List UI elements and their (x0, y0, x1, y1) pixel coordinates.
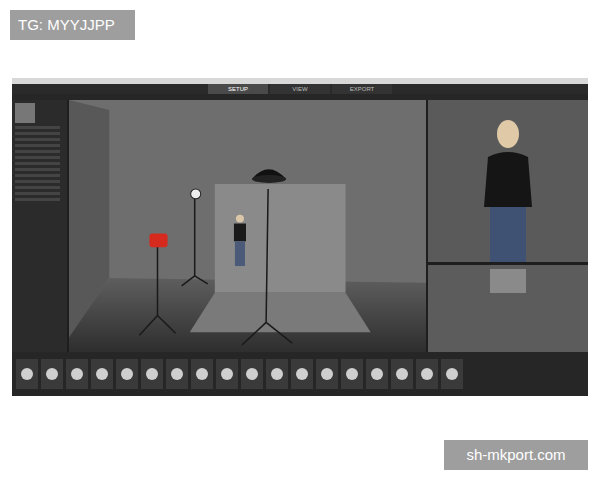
property-row[interactable] (15, 138, 60, 141)
property-row[interactable] (15, 192, 60, 195)
property-row[interactable] (15, 150, 60, 153)
property-row[interactable] (15, 186, 60, 189)
modifier-thumbnail[interactable] (366, 359, 388, 389)
modifier-thumbnail[interactable] (191, 359, 213, 389)
app-window[interactable]: SETUPVIEWEXPORT (12, 78, 588, 396)
tab-bar: SETUPVIEWEXPORT (12, 84, 588, 94)
modifier-strip (12, 352, 588, 396)
modifier-thumbnail[interactable] (216, 359, 238, 389)
property-row[interactable] (15, 162, 60, 165)
watermark-top: TG: MYYJJPP (10, 10, 135, 40)
camera-view[interactable] (428, 100, 588, 262)
tab[interactable]: EXPORT (332, 84, 392, 94)
property-row[interactable] (15, 180, 60, 183)
modifier-thumbnail[interactable] (441, 359, 463, 389)
property-row[interactable] (15, 168, 60, 171)
modifier-thumbnail[interactable] (416, 359, 438, 389)
tab[interactable]: VIEW (270, 84, 330, 94)
modifier-thumbnail[interactable] (316, 359, 338, 389)
top-view[interactable] (428, 265, 588, 352)
modifier-thumbnail[interactable] (291, 359, 313, 389)
viewport[interactable] (69, 100, 426, 352)
backdrop-mark (490, 269, 526, 293)
left-panel (12, 100, 67, 352)
modifier-thumbnail[interactable] (166, 359, 188, 389)
modifier-thumbnail[interactable] (66, 359, 88, 389)
property-row[interactable] (15, 198, 60, 201)
property-row[interactable] (15, 126, 60, 129)
property-row[interactable] (15, 132, 60, 135)
preset-thumbnail[interactable] (15, 103, 35, 123)
modifier-thumbnail[interactable] (341, 359, 363, 389)
modifier-thumbnail[interactable] (391, 359, 413, 389)
modifier-thumbnail[interactable] (91, 359, 113, 389)
modifier-thumbnail[interactable] (241, 359, 263, 389)
modifier-thumbnail[interactable] (41, 359, 63, 389)
page: TG: MYYJJPP SETUPVIEWEXPORT sh-mkport.com (0, 0, 600, 480)
model-render-icon (468, 112, 548, 262)
modifier-thumbnail[interactable] (266, 359, 288, 389)
modifier-thumbnail[interactable] (16, 359, 38, 389)
property-row[interactable] (15, 174, 60, 177)
property-row[interactable] (15, 144, 60, 147)
right-panels (428, 100, 588, 352)
main-area (12, 100, 588, 352)
modifier-thumbnail[interactable] (141, 359, 163, 389)
studio-scene[interactable] (69, 100, 426, 352)
property-row[interactable] (15, 156, 60, 159)
watermark-bottom: sh-mkport.com (444, 440, 588, 470)
modifier-thumbnail[interactable] (116, 359, 138, 389)
tab[interactable]: SETUP (208, 84, 268, 94)
